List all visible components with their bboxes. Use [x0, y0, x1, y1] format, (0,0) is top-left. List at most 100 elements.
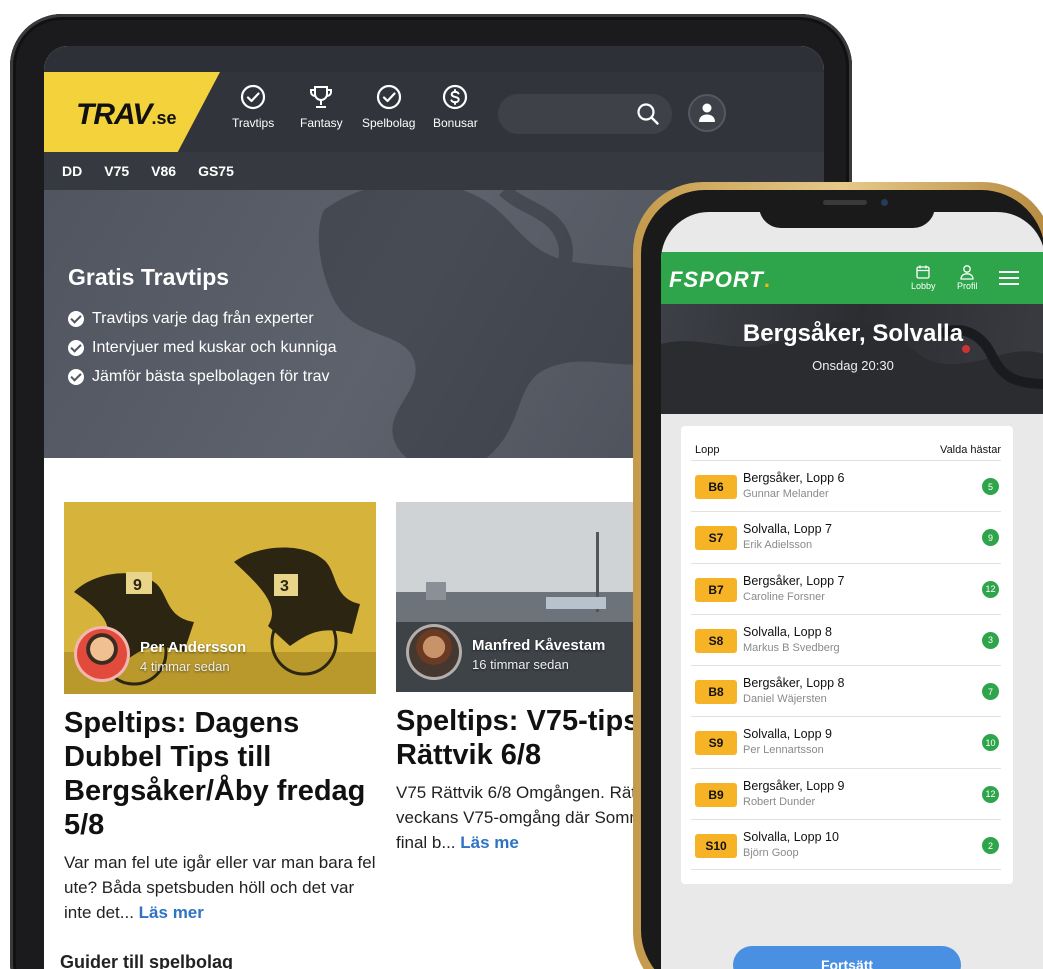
race-code-badge: B7 [695, 577, 737, 602]
race-row[interactable]: S8 Solvalla, Lopp 8 Markus B Svedberg 3 [691, 613, 1001, 665]
race-code-badge: B8 [695, 680, 737, 705]
race-row[interactable]: B7 Bergsåker, Lopp 7 Caroline Forsner 12 [691, 562, 1001, 614]
race-code-badge: S8 [695, 628, 737, 653]
fsport-logo[interactable]: FSPORT. [669, 267, 771, 293]
phone-notch [759, 190, 935, 228]
user-icon [699, 103, 715, 122]
read-more-link[interactable]: Läs mer [139, 903, 204, 922]
check-circle-icon [376, 84, 401, 110]
selected-horses-count: 12 [982, 580, 999, 598]
device-mockup-scene: TRAV.se Travtips Fantasy Spelbolag Bonus… [0, 0, 1043, 969]
trav-logo[interactable]: TRAV.se [76, 98, 176, 132]
nav-spelbolag[interactable]: Spelbolag [362, 84, 415, 130]
race-table-header: Lopp Valda hästar [695, 444, 1001, 456]
check-icon [68, 368, 84, 385]
driver-name: Robert Dunder [743, 795, 816, 808]
hero-title: Gratis Travtips [68, 264, 230, 290]
subnav-dd[interactable]: DD [62, 163, 82, 179]
hero-feature-item: Jämför bästa spelbolagen för trav [68, 362, 337, 391]
speaker-grille [823, 200, 867, 205]
check-icon [68, 310, 84, 327]
race-name: Solvalla, Lopp 10 [743, 830, 839, 845]
calendar-icon [916, 265, 930, 279]
selected-horses-count: 2 [982, 837, 999, 855]
phone-device: FSPORT. Lobby Profil Bergsåker, Solvalla… [633, 182, 1043, 969]
phone-screen: FSPORT. Lobby Profil Bergsåker, Solvalla… [661, 212, 1043, 969]
column-header-lopp: Lopp [695, 444, 720, 456]
driver-name: Gunnar Melander [743, 488, 829, 500]
article-image[interactable]: 9 3 Per Andersson 4 timmar sedan [64, 502, 376, 694]
race-code-badge: S9 [695, 731, 737, 756]
check-circle-icon [241, 84, 266, 110]
selected-horses-count: 3 [982, 631, 999, 649]
article-time: 16 timmar sedan [472, 657, 569, 672]
article-title[interactable]: Speltips: Dagens Dubbel Tips till Bergså… [64, 706, 382, 842]
race-name: Bergsåker, Lopp 7 [743, 573, 845, 588]
race-selection-card: Lopp Valda hästar B6 Bergsåker, Lopp 6 Gun… [681, 426, 1013, 884]
subnav-v75[interactable]: V75 [104, 163, 129, 179]
nav-label: Travtips [232, 116, 275, 130]
hero-feature-item: Travtips varje dag från experter [68, 304, 337, 333]
driver-name: Björn Goop [743, 847, 799, 860]
race-name: Solvalla, Lopp 7 [743, 522, 832, 537]
driver-name: Daniel Wäjersten [743, 693, 827, 706]
race-name: Bergsåker, Lopp 6 [743, 471, 845, 485]
race-row[interactable]: B8 Bergsåker, Lopp 8 Daniel Wäjersten 7 [691, 665, 1001, 716]
event-title: Bergsåker, Solvalla [742, 320, 964, 347]
article-card[interactable]: 9 3 Per Andersson 4 timmar sedan Speltip… [64, 502, 382, 925]
nav-profil[interactable]: Profil [957, 264, 978, 291]
selected-horses-count: 9 [982, 529, 999, 547]
selected-horses-count: 7 [982, 683, 999, 701]
hero-feature-list: Travtips varje dag från experter Intervj… [68, 304, 337, 391]
nav-label: Bonusar [433, 116, 478, 130]
driver-name: Caroline Forsner [743, 590, 825, 603]
tablet-status-bar [44, 46, 824, 72]
race-row[interactable]: S9 Solvalla, Lopp 9 Per Lennartsson 10 [691, 716, 1001, 767]
race-name: Solvalla, Lopp 8 [743, 624, 832, 639]
user-account-button[interactable] [688, 94, 726, 132]
nav-fantasy[interactable]: Fantasy [300, 84, 343, 130]
selected-horses-count: 12 [982, 785, 999, 803]
trophy-icon [310, 86, 333, 108]
column-header-valda-hastar: Valda hästar [940, 444, 1001, 456]
race-row[interactable]: B6 Bergsåker, Lopp 6 Gunnar Melander 5 [691, 460, 1001, 511]
driver-name: Markus B Svedberg [743, 641, 840, 654]
selected-horses-count: 10 [982, 734, 999, 752]
subnav-v86[interactable]: V86 [151, 163, 176, 179]
race-row[interactable]: S10 Solvalla, Lopp 10 Björn Goop 2 [691, 819, 1001, 871]
race-code-badge: B9 [695, 782, 737, 807]
check-icon [68, 339, 84, 356]
race-name: Bergsåker, Lopp 8 [743, 676, 845, 691]
guides-heading: Guider till spelbolag [60, 952, 234, 969]
nav-lobby[interactable]: Lobby [911, 264, 936, 291]
race-row[interactable]: B9 Bergsåker, Lopp 9 Robert Dunder 12 [691, 767, 1001, 819]
nav-travtips[interactable]: Travtips [232, 84, 274, 130]
search-icon[interactable] [636, 102, 660, 126]
race-row[interactable]: S7 Solvalla, Lopp 7 Erik Adielsson 9 [691, 511, 1001, 562]
race-code-badge: S7 [695, 526, 737, 551]
read-more-link[interactable]: Läs me [460, 833, 519, 852]
author-avatar [74, 626, 130, 682]
article-time: 4 timmar sedan [140, 659, 230, 674]
race-name: Bergsåker, Lopp 9 [743, 778, 845, 793]
race-code-badge: S10 [695, 834, 737, 859]
nav-label: Fantasy [300, 116, 343, 130]
race-list: B6 Bergsåker, Lopp 6 Gunnar Melander 5 S7 So… [691, 460, 1001, 871]
author-avatar [406, 624, 462, 680]
hamburger-menu-icon[interactable] [999, 270, 1019, 286]
nav-label: Spelbolag [362, 116, 416, 130]
selected-horses-count: 5 [982, 478, 999, 495]
article-author: Manfred Kåvestam [472, 637, 606, 654]
user-icon [960, 265, 974, 280]
race-code-badge: B6 [695, 475, 737, 499]
nav-bonusar[interactable]: Bonusar [433, 84, 478, 130]
driver-name: Erik Adielsson [743, 539, 813, 552]
driver-name: Per Lennartsson [743, 744, 824, 757]
svg-text:9: 9 [133, 577, 142, 594]
front-camera [881, 199, 888, 206]
event-datetime: Onsdag 20:30 [812, 358, 894, 373]
continue-button[interactable]: Fortsätt [733, 946, 961, 969]
phone-bezel: FSPORT. Lobby Profil Bergsåker, Solvalla… [641, 190, 1043, 969]
subnav-gs75[interactable]: GS75 [198, 163, 234, 179]
search-input[interactable] [498, 94, 672, 134]
